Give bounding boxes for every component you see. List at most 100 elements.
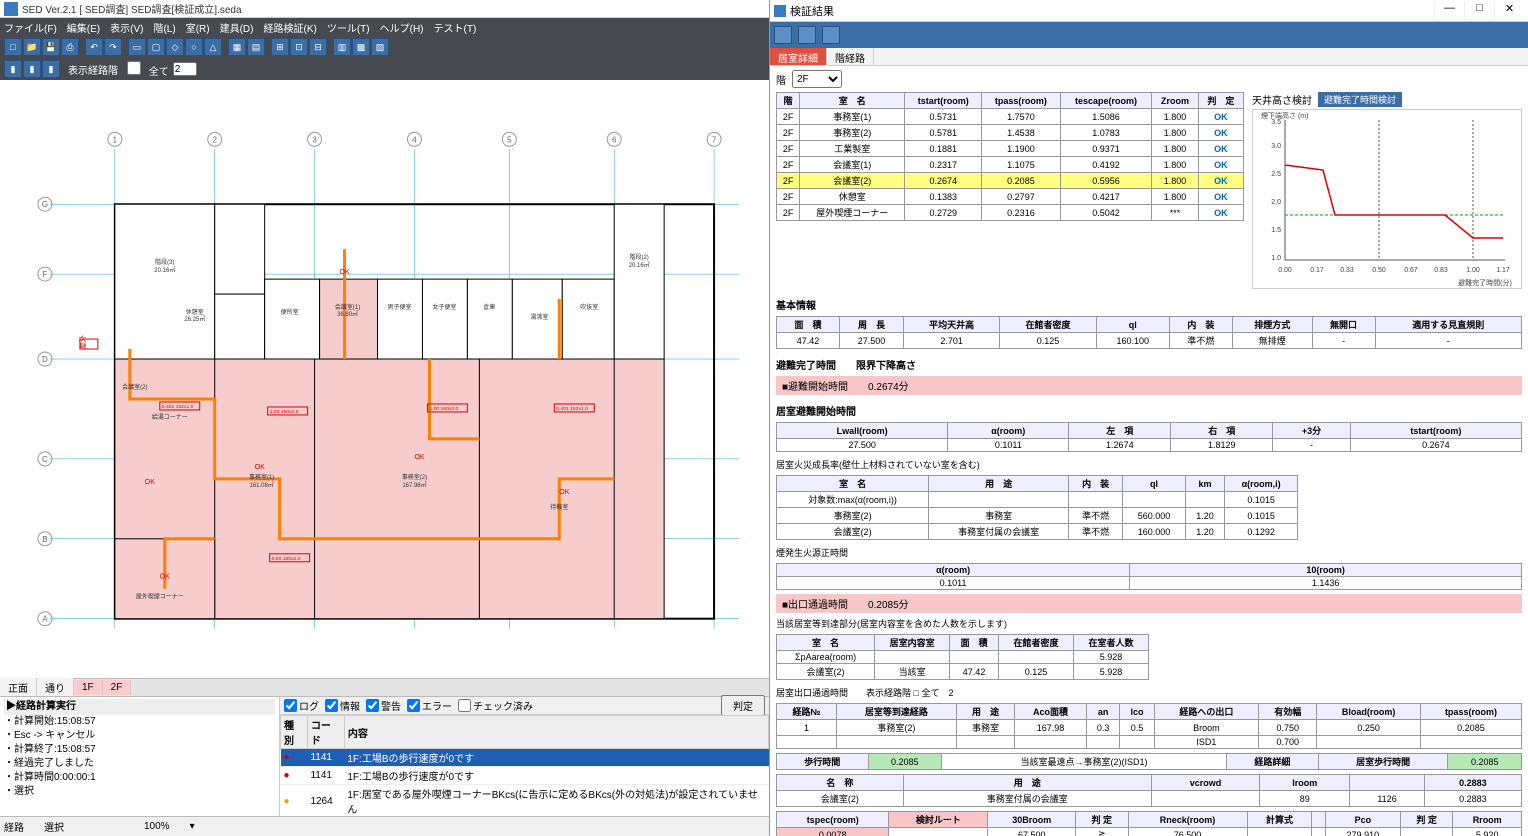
menu-floor[interactable]: 階(L) <box>153 20 175 35</box>
tb-new[interactable]: □ <box>4 38 22 56</box>
svg-text:0.00: 0.00 <box>1278 267 1292 274</box>
tb-b3[interactable]: ▮ <box>42 60 60 78</box>
all-check[interactable]: 全て <box>122 61 169 78</box>
btab-1[interactable]: 通り <box>37 678 74 697</box>
tb-i12[interactable]: ▩ <box>352 38 370 56</box>
tb-i6[interactable]: ▦ <box>228 38 246 56</box>
menu-edit[interactable]: 編集(E) <box>67 20 100 35</box>
svg-text:G: G <box>42 200 48 209</box>
rtb-1[interactable] <box>774 26 792 44</box>
max-button[interactable]: □ <box>1464 2 1494 20</box>
log-table[interactable]: 種別コード内容 11411F:工場Bの歩行速度が0です11411F:工場Bの歩行… <box>280 715 769 816</box>
chart-mode-button[interactable]: 避難完了時間検討 <box>1318 92 1402 107</box>
floor-select[interactable]: 2F <box>792 70 842 88</box>
room-row[interactable]: 2F事務室(1)0.57311.75701.50861.800OK <box>777 109 1244 125</box>
svg-text:0.90 160x2.0: 0.90 160x2.0 <box>272 556 301 562</box>
menu-test[interactable]: テスト(T) <box>434 20 477 35</box>
judge-button[interactable]: 判定 <box>721 695 765 716</box>
tb-open[interactable]: 📁 <box>23 38 41 56</box>
menu-view[interactable]: 表示(V) <box>110 20 143 35</box>
tb-i13[interactable]: ▨ <box>371 38 389 56</box>
menu-route[interactable]: 経路検証(K) <box>263 20 316 35</box>
room-row[interactable]: 2F休憩室0.13830.27970.42171.800OK <box>777 189 1244 205</box>
tb-redo[interactable]: ↷ <box>104 38 122 56</box>
svg-text:事務室(1): 事務室(1) <box>249 473 274 481</box>
btab-3[interactable]: 2F <box>103 680 132 695</box>
table-row: ΣpAarea(room)5.928 <box>777 651 1149 664</box>
menu-fixture[interactable]: 建具(D) <box>220 20 254 35</box>
room-row[interactable]: 2F工業製室0.18811.19000.93711.800OK <box>777 141 1244 157</box>
name-table: 名 称用 途vcrowdlroom0.2883 会議室(2)事務室付属の会議室8… <box>776 774 1522 807</box>
room-row[interactable]: 2F屋外喫煙コーナー0.27290.23160.5042***OK <box>777 205 1244 221</box>
tb-i11[interactable]: ▥ <box>333 38 351 56</box>
exit-caption: 居室出口通過時間 表示経路階 □ 全て 2 <box>776 686 1522 699</box>
svg-text:煙下端高さ (m): 煙下端高さ (m) <box>1261 111 1308 120</box>
svg-text:36.80㎡: 36.80㎡ <box>337 310 358 318</box>
menu-tool[interactable]: ツール(T) <box>327 20 370 35</box>
toolbar-2: ▮▮▮ 表示経路階 全て <box>0 58 769 80</box>
tb-undo[interactable]: ↶ <box>85 38 103 56</box>
view-route-input[interactable] <box>173 62 197 76</box>
tb-b2[interactable]: ▮ <box>23 60 41 78</box>
filter-checked[interactable]: チェック済み <box>458 698 533 713</box>
min-button[interactable]: — <box>1434 2 1464 20</box>
tb-i1[interactable]: ▭ <box>128 38 146 56</box>
rtab-0[interactable]: 居室詳細 <box>770 48 827 65</box>
svg-text:1.00 160x2.0: 1.00 160x2.0 <box>429 406 458 412</box>
svg-text:1.17: 1.17 <box>1496 267 1510 274</box>
tb-i4[interactable]: ○ <box>185 38 203 56</box>
right-title: 検証結果 <box>790 3 834 19</box>
room-row[interactable]: 2F会議室(2)0.26740.20850.59561.800OK <box>777 173 1244 189</box>
tb-i10[interactable]: ⊟ <box>309 38 327 56</box>
tb-save[interactable]: 💾 <box>42 38 60 56</box>
btab-0[interactable]: 正面 <box>0 678 37 697</box>
log-row[interactable]: 11411F:工場Bの歩行速度が0です <box>281 749 769 767</box>
tb-i7[interactable]: ▤ <box>247 38 265 56</box>
log-row[interactable]: 12641F:居室である屋外喫煙コーナーBKcs(に告示に定めるBKcs(外の対… <box>281 785 769 817</box>
exit-table: 経路№居室等到達経路用 途Aco面積anlco経路への出口有効幅Bload(ro… <box>776 703 1522 749</box>
svg-text:湯沸室: 湯沸室 <box>530 313 548 321</box>
floor-label: 階 <box>776 72 786 87</box>
rtab-1[interactable]: 階経路 <box>827 48 874 65</box>
svg-text:待機室: 待機室 <box>550 503 568 511</box>
filter-err[interactable]: エラー <box>407 698 452 713</box>
svg-text:OK: OK <box>160 574 170 581</box>
table-row: 対象数:max(α(room,i))0.1015 <box>777 492 1298 508</box>
svg-text:屋外: 屋外 <box>78 335 87 349</box>
filter-info[interactable]: 情報 <box>325 698 360 713</box>
basic-header: 基本情報 <box>776 297 1522 312</box>
tb-i2[interactable]: ▢ <box>147 38 165 56</box>
zoom-dropdown-icon[interactable]: ▾ <box>190 821 195 832</box>
menu-room[interactable]: 室(R) <box>186 20 210 35</box>
menubar[interactable]: ファイル(F) 編集(E) 表示(V) 階(L) 室(R) 建具(D) 経路検証… <box>0 18 769 36</box>
log-row[interactable]: 11411F:工場Bの歩行速度が0です <box>281 767 769 785</box>
room-row[interactable]: 2F会議室(1)0.23171.10750.41921.800OK <box>777 157 1244 173</box>
svg-text:D: D <box>42 355 48 364</box>
rtb-2[interactable] <box>798 26 816 44</box>
svg-text:A: A <box>42 615 48 624</box>
tb-i9[interactable]: ⊡ <box>290 38 308 56</box>
toolbar-1: □📁💾⎙ ↶↷ ▭▢◇○△ ▦▤ ⊞⊡⊟ ▥▩▨ <box>0 36 769 58</box>
menu-file[interactable]: ファイル(F) <box>4 20 57 35</box>
room-row[interactable]: 2F事務室(2)0.57811.45381.07831.800OK <box>777 125 1244 141</box>
filter-warn[interactable]: 警告 <box>366 698 401 713</box>
corr-caption: 煙発生火源正時間 <box>776 546 1522 559</box>
table-row: 1事務室(2)事務室167.980.30.5Broom0.7500.2500.2… <box>777 720 1522 736</box>
tb-b1[interactable]: ▮ <box>4 60 22 78</box>
room-result-table[interactable]: 階室 名tstart(room)tpass(room)tescape(room)… <box>776 92 1244 221</box>
tb-i3[interactable]: ◇ <box>166 38 184 56</box>
menu-help[interactable]: ヘルプ(H) <box>380 20 424 35</box>
svg-text:2: 2 <box>213 135 218 144</box>
tb-i5[interactable]: △ <box>204 38 222 56</box>
svg-text:0.33: 0.33 <box>1340 267 1354 274</box>
svg-text:C: C <box>42 455 48 464</box>
svg-text:1.00: 1.00 <box>1466 267 1480 274</box>
svg-text:2.0: 2.0 <box>1271 199 1281 206</box>
tb-i8[interactable]: ⊞ <box>271 38 289 56</box>
close-button[interactable]: ✕ <box>1494 2 1524 20</box>
filter-log[interactable]: ログ <box>284 698 319 713</box>
floorplan-canvas[interactable]: 1 2 3 4 5 6 7 G F D C B A <box>0 80 769 678</box>
btab-2[interactable]: 1F <box>74 680 103 695</box>
tb-a4[interactable]: ⎙ <box>61 38 79 56</box>
rtb-3[interactable] <box>822 26 840 44</box>
